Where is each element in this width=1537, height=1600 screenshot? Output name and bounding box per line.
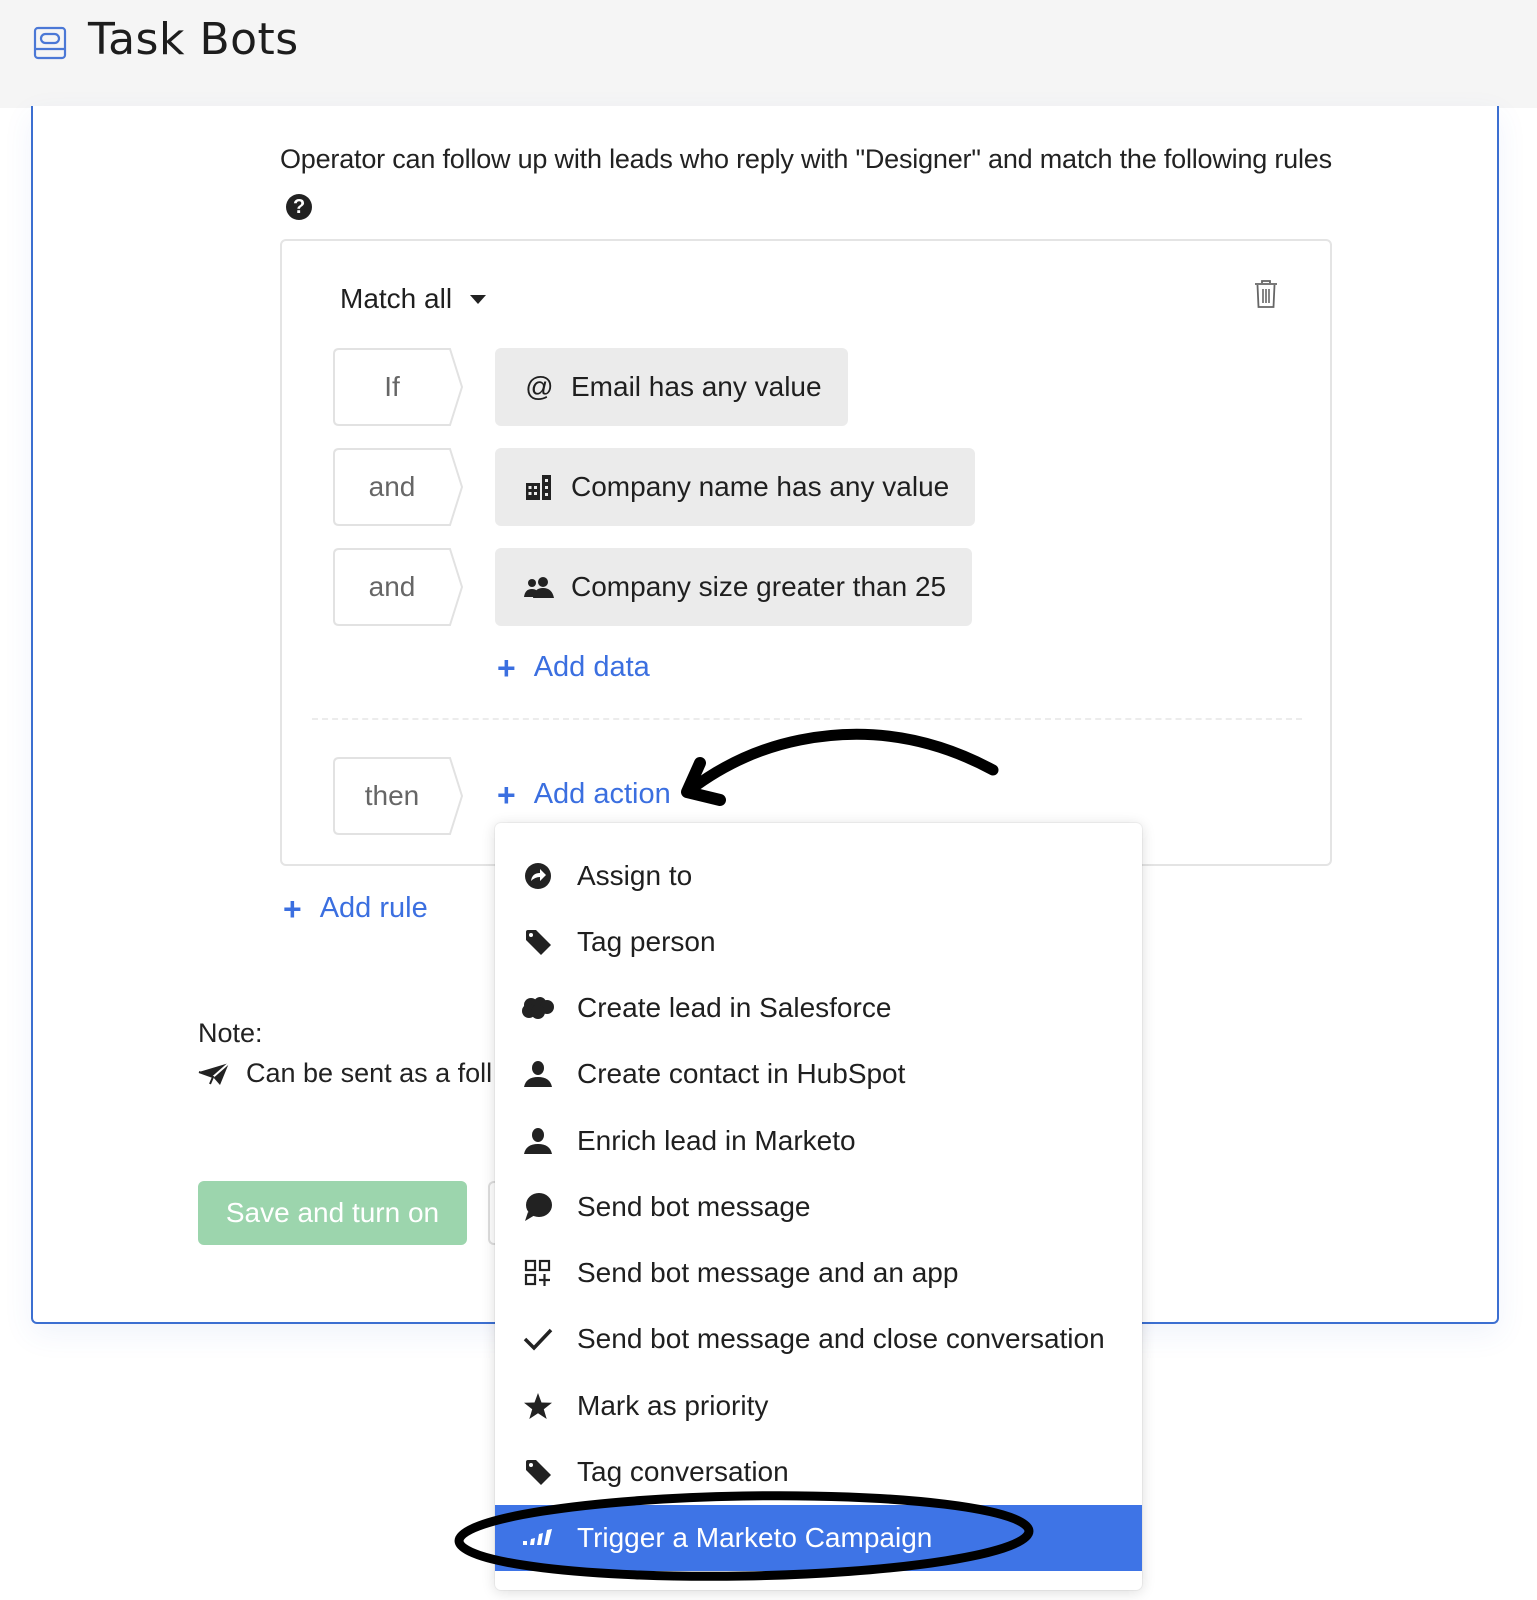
save-and-turn-on-button[interactable]: Save and turn on (198, 1181, 467, 1245)
chat-bubble-icon (521, 1190, 555, 1224)
connector-text: If (384, 371, 400, 402)
note-title: Note: (198, 1018, 263, 1048)
plus-icon: + (497, 776, 516, 813)
menu-item-send-bot-message-close[interactable]: Send bot message and close conversation (495, 1306, 1142, 1372)
rules-intro: Operator can follow up with leads who re… (280, 138, 1340, 222)
add-rule-label: Add rule (319, 892, 428, 924)
person-icon (521, 1124, 555, 1158)
page-header: Task Bots (0, 0, 1537, 108)
tag-icon (521, 1455, 555, 1489)
menu-item-send-bot-message[interactable]: Send bot message (495, 1174, 1142, 1240)
menu-item-label: Enrich lead in Marketo (577, 1125, 856, 1156)
salesforce-cloud-icon (521, 991, 555, 1025)
menu-item-tag-conversation[interactable]: Tag conversation (495, 1439, 1142, 1505)
connector-label: and (333, 548, 463, 626)
then-label: then (333, 757, 463, 835)
plus-icon: + (283, 890, 302, 927)
condition-chip[interactable]: @ Email has any value (495, 348, 848, 426)
person-icon (521, 1057, 555, 1091)
app-grid-icon (521, 1256, 555, 1290)
add-action-label: Add action (533, 778, 671, 810)
bot-list-icon (33, 26, 67, 60)
star-icon (521, 1389, 555, 1423)
plus-icon: + (497, 649, 516, 686)
menu-item-label: Create lead in Salesforce (577, 992, 892, 1023)
connector-label: If (333, 348, 463, 426)
menu-item-label: Create contact in HubSpot (577, 1058, 906, 1089)
match-mode-value: Match all (340, 283, 453, 314)
building-icon (523, 472, 555, 502)
menu-item-label: Send bot message and an app (577, 1257, 959, 1288)
menu-item-mark-as-priority[interactable]: Mark as priority (495, 1373, 1142, 1439)
menu-item-tag-person[interactable]: Tag person (495, 909, 1142, 975)
connector-text: and (368, 571, 416, 602)
rule-divider (312, 718, 1302, 720)
add-rule-link[interactable]: + Add rule (283, 892, 428, 925)
checkmark-icon (521, 1322, 555, 1356)
caret-down-icon (470, 294, 487, 304)
menu-item-label: Tag person (577, 926, 716, 957)
menu-item-label: Trigger a Marketo Campaign (577, 1522, 933, 1553)
connector-label: and (333, 448, 463, 526)
add-data-label: Add data (533, 651, 650, 683)
note-line: Can be sent as a foll (198, 1058, 492, 1089)
menu-item-label: Send bot message (577, 1191, 811, 1222)
paper-plane-icon (198, 1061, 230, 1085)
menu-item-send-bot-message-app[interactable]: Send bot message and an app (495, 1240, 1142, 1306)
users-icon (523, 572, 555, 602)
at-sign-icon: @ (524, 371, 554, 402)
tag-icon (521, 925, 555, 959)
menu-item-trigger-marketo-campaign[interactable]: Trigger a Marketo Campaign (495, 1505, 1142, 1571)
action-dropdown-menu: Assign to Tag person Create lead in Sale… (495, 823, 1142, 1590)
note-text: Can be sent as a foll (246, 1058, 493, 1088)
add-data-link[interactable]: + Add data (497, 651, 650, 684)
assign-arrow-icon (521, 859, 555, 893)
condition-label: Company name has any value (571, 471, 950, 502)
match-mode-dropdown[interactable]: Match all (340, 283, 487, 315)
menu-item-label: Send bot message and close conversation (577, 1323, 1105, 1354)
connector-text: and (368, 471, 416, 502)
menu-item-create-lead-salesforce[interactable]: Create lead in Salesforce (495, 975, 1142, 1041)
menu-item-enrich-lead-marketo[interactable]: Enrich lead in Marketo (495, 1108, 1142, 1174)
condition-chip[interactable]: Company size greater than 25 (495, 548, 973, 626)
menu-item-label: Tag conversation (577, 1456, 789, 1487)
marketo-icon (521, 1521, 555, 1555)
add-action-link[interactable]: + Add action (497, 778, 671, 811)
page-title: Task Bots (88, 14, 299, 65)
condition-label: Email has any value (571, 371, 822, 402)
menu-item-label: Mark as priority (577, 1390, 769, 1421)
condition-chip[interactable]: Company name has any value (495, 448, 976, 526)
menu-item-create-contact-hubspot[interactable]: Create contact in HubSpot (495, 1041, 1142, 1107)
question-circle-icon[interactable]: ? (286, 194, 312, 220)
then-text: then (364, 780, 420, 811)
intro-text: Operator can follow up with leads who re… (280, 144, 1332, 174)
menu-item-assign-to[interactable]: Assign to (495, 843, 1142, 909)
trash-icon[interactable] (1254, 279, 1278, 309)
condition-label: Company size greater than 25 (571, 571, 947, 602)
menu-item-label: Assign to (577, 860, 693, 891)
